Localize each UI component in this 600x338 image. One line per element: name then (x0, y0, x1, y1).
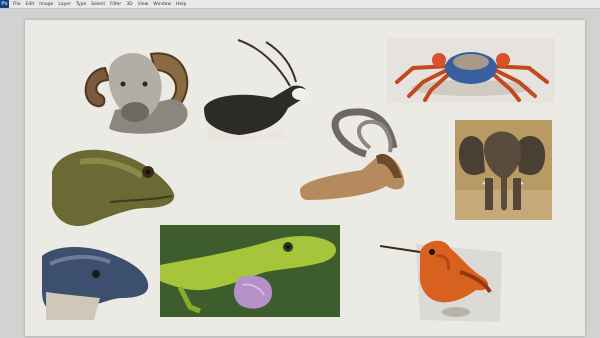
menu-select[interactable]: Select (91, 2, 105, 7)
document-canvas[interactable] (25, 20, 585, 336)
menu-type[interactable]: Type (76, 2, 86, 7)
menu-image[interactable]: Image (39, 2, 53, 7)
anole-lizard-painting-icon (160, 225, 340, 317)
menu-help[interactable]: Help (176, 2, 186, 7)
ram-painting-icon (75, 40, 195, 145)
crab-painting-icon (387, 38, 555, 103)
monitor-lizard-painting-icon (50, 142, 175, 227)
menu-layer[interactable]: Layer (58, 2, 71, 7)
blue-tongued-skink-painting-icon (40, 242, 150, 322)
workspace (0, 9, 600, 338)
elephant-painting-icon (455, 120, 552, 220)
photoshop-logo-icon: Ps (0, 0, 9, 8)
menu-window[interactable]: Window (153, 2, 171, 7)
menu-view[interactable]: View (138, 2, 149, 7)
ibex-painting-icon (298, 108, 413, 203)
menu-filter[interactable]: Filter (110, 2, 121, 7)
menu-edit[interactable]: Edit (26, 2, 35, 7)
hummingbird-painting-icon (380, 232, 510, 324)
menu-bar: Ps File Edit Image Layer Type Select Fil… (0, 0, 600, 9)
menu-file[interactable]: File (13, 2, 21, 7)
menu-3d[interactable]: 3D (126, 2, 132, 7)
